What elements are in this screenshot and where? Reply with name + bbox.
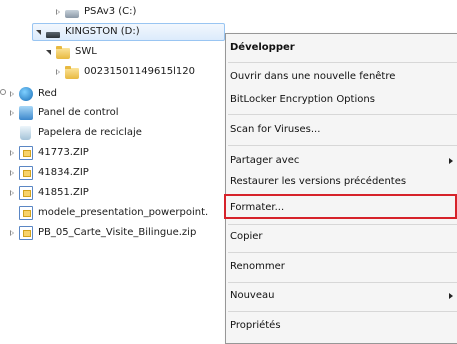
tree-item-label: PSAv3 (C:) [84,6,137,17]
expand-arrow-icon[interactable] [54,7,62,17]
tree-item-label: PB_05_Carte_Visite_Bilingue.zip [38,227,197,238]
tree-item-label: 00231501149615l120 [84,66,195,77]
drive-icon [65,10,79,18]
tree-item-label: 41851.ZIP [38,187,89,198]
menu-item-copy[interactable]: Copier [226,227,457,247]
tree-item-psav3-drive[interactable]: PSAv3 (C:) [54,3,136,21]
menu-separator [228,194,457,195]
tree-item-label: modele_presentation_powerpoint. [38,207,209,218]
submenu-arrow-icon [449,293,453,299]
menu-item-bitlocker[interactable]: BitLocker Encryption Options [226,90,457,110]
menu-item-share-with[interactable]: Partager avec [226,151,457,171]
menu-item-scan-viruses[interactable]: Scan for Viruses... [226,120,457,140]
menu-item-label: Nouveau [230,290,275,301]
menu-separator [228,62,457,63]
tree-item-label: Red [38,88,57,99]
expand-arrow-icon[interactable] [8,168,16,178]
collapse-arrow-icon[interactable] [45,47,53,57]
tree-item-swl-folder[interactable]: SWL [45,43,97,61]
menu-separator [228,282,457,283]
folder-icon [56,45,70,59]
tree-item-zip-41773[interactable]: 41773.ZIP [8,144,89,162]
zip-icon [19,166,33,180]
zip-icon [19,206,33,220]
recycle-bin-icon [20,126,31,140]
tree-item-network[interactable]: Red [8,85,57,103]
tree-item-subfolder[interactable]: 00231501149615l120 [54,63,195,81]
menu-item-label: Partager avec [230,155,300,166]
collapse-arrow-icon[interactable] [35,27,43,37]
tree-item-zip-41834[interactable]: 41834.ZIP [8,164,89,182]
tree-item-label: Panel de control [38,107,119,118]
network-icon [19,87,33,101]
expand-arrow-icon[interactable] [8,148,16,158]
zip-icon [19,186,33,200]
navigation-tree: PSAv3 (C:) KINGSTON (D:) SWL 00231501149… [0,0,240,344]
expand-arrow-icon[interactable] [8,89,16,99]
tree-item-label: SWL [75,46,97,57]
zip-icon [19,226,33,240]
tree-item-kingston-drive[interactable]: KINGSTON (D:) [32,23,225,41]
menu-item-new[interactable]: Nouveau [226,286,457,306]
tree-item-powerpoint-zip[interactable]: modele_presentation_powerpoint. [19,204,208,222]
menu-separator [228,145,457,146]
tree-item-zip-41851[interactable]: 41851.ZIP [8,184,89,202]
control-panel-icon [19,106,33,120]
expand-arrow-icon[interactable] [8,108,16,118]
tree-item-label: Papelera de reciclaje [38,127,142,138]
context-menu: Développer Ouvrir dans une nouvelle fenê… [225,33,457,344]
menu-separator [228,252,457,253]
usb-drive-icon [46,32,60,38]
tree-item-label: 41834.ZIP [38,167,89,178]
menu-separator [228,224,457,225]
menu-item-rename[interactable]: Renommer [226,257,457,277]
menu-separator [228,114,457,115]
menu-item-format[interactable]: Formater... [226,198,457,218]
tree-item-label: 41773.ZIP [38,147,89,158]
menu-item-developper[interactable]: Développer [226,38,457,58]
folder-icon [65,65,79,79]
zip-icon [19,146,33,160]
submenu-arrow-icon [449,158,453,164]
menu-item-restore-versions[interactable]: Restaurer les versions précédentes [226,172,457,192]
tree-item-business-card-zip[interactable]: PB_05_Carte_Visite_Bilingue.zip [8,224,196,242]
expand-arrow-icon[interactable] [54,67,62,77]
expand-arrow-icon[interactable] [8,228,16,238]
tree-item-control-panel[interactable]: Panel de control [8,104,119,122]
menu-item-open-new-window[interactable]: Ouvrir dans une nouvelle fenêtre [226,67,457,87]
menu-item-properties[interactable]: Propriétés [226,316,457,336]
expand-arrow-icon[interactable] [8,188,16,198]
tree-item-recycle-bin[interactable]: Papelera de reciclaje [19,124,142,142]
tree-item-label: KINGSTON (D:) [65,26,140,37]
menu-separator [228,311,457,312]
